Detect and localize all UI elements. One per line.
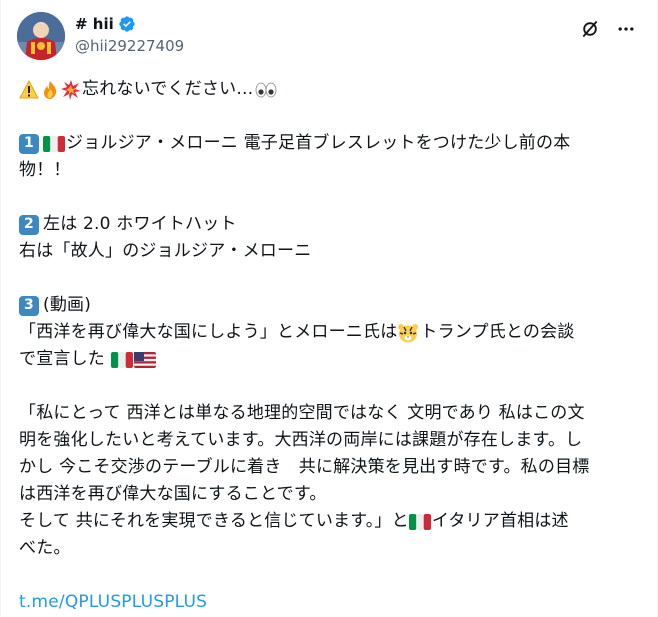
italy-flag-icon bbox=[111, 351, 133, 368]
quote-line5: そして 共にそれを実現できると信じています。」と イタリア首相は述 bbox=[19, 508, 637, 535]
quote-line6: べた。 bbox=[19, 538, 71, 558]
point1-line2: 物！！ bbox=[19, 160, 71, 180]
quote-line2: 明を強化したいと考えています。大西洋の両岸には課題が存在します。し bbox=[19, 430, 583, 450]
quote-line3: かし 今こそ交渉のテーブルに着き 共に解決策を見出す時です。私の目標 bbox=[19, 457, 590, 477]
verified-badge-icon bbox=[119, 16, 135, 32]
quote-line5-a: そして 共にそれを実現できると信じています。」と bbox=[19, 511, 409, 531]
point3-line1: 3 (動画) bbox=[19, 292, 637, 319]
intro-line: 忘れないでください… bbox=[19, 76, 637, 103]
quote-line1: 「私にとって 西洋とは単なる地理的空間ではなく 文明であり 私はこの文 bbox=[19, 403, 585, 423]
fire-icon bbox=[44, 80, 57, 99]
quote-line5-b: イタリア首相は述 bbox=[431, 511, 569, 531]
italy-flag-icon bbox=[408, 513, 431, 530]
more-options-icon[interactable] bbox=[611, 14, 641, 44]
warning-icon bbox=[19, 79, 39, 98]
keycap-2-icon: 2 bbox=[19, 214, 39, 235]
point3-declared: で宣言した bbox=[19, 349, 105, 369]
telegram-link[interactable]: t.me/QPLUSPLUSPLUS bbox=[19, 589, 207, 616]
quote-line4: は西洋を再び偉大な国にすることです。 bbox=[19, 484, 327, 504]
point2-text: 左は 2.0 ホワイトハット bbox=[43, 214, 237, 234]
author-handle[interactable]: @hii29227409 bbox=[75, 36, 184, 56]
point3-quote-b: トランプ氏との会談 bbox=[420, 322, 575, 342]
point3-line2: 「西洋を再び偉大な国にしよう」とメローニ氏は トランプ氏との会談 bbox=[19, 319, 637, 346]
link-line: t.me/QPLUSPLUSPLUS bbox=[19, 589, 637, 616]
point3-text: (動画) bbox=[43, 295, 92, 315]
keycap-1-icon: 1 bbox=[19, 133, 39, 154]
tiger-face-icon bbox=[398, 323, 419, 342]
post-card: # hii @hii29227409 忘れないでください… 1 ジョルジア・メロ… bbox=[0, 0, 658, 617]
collision-icon bbox=[61, 79, 81, 100]
display-name[interactable]: # hii bbox=[75, 14, 114, 34]
post-actions bbox=[575, 14, 641, 44]
point1-text: ジョルジア・メローニ 電子足首ブレスレットをつけた少し前の本 bbox=[66, 133, 571, 153]
point1-line1: 1 ジョルジア・メローニ 電子足首ブレスレットをつけた少し前の本 bbox=[19, 130, 637, 157]
italy-flag-icon bbox=[43, 135, 65, 152]
display-name-row: # hii bbox=[75, 14, 184, 34]
eyes-icon bbox=[255, 82, 276, 97]
author-names: # hii @hii29227409 bbox=[75, 14, 184, 56]
point3-line3: で宣言した bbox=[19, 346, 637, 373]
point2-line2: 右は「故人」のジョルジア・メローニ bbox=[19, 241, 312, 261]
avatar[interactable] bbox=[17, 12, 65, 60]
post-text: 忘れないでください… 1 ジョルジア・メローニ 電子足首ブレスレットをつけた少し… bbox=[19, 76, 637, 616]
point2-line1: 2 左は 2.0 ホワイトハット bbox=[19, 211, 637, 238]
post-header: # hii @hii29227409 bbox=[17, 12, 641, 60]
point3-quote-a: 「西洋を再び偉大な国にしよう」とメローニ氏は bbox=[19, 322, 398, 342]
keycap-3-icon: 3 bbox=[19, 295, 39, 316]
us-flag-icon bbox=[134, 351, 156, 368]
grok-icon[interactable] bbox=[575, 14, 605, 44]
intro-text: 忘れないでください… bbox=[82, 79, 254, 99]
